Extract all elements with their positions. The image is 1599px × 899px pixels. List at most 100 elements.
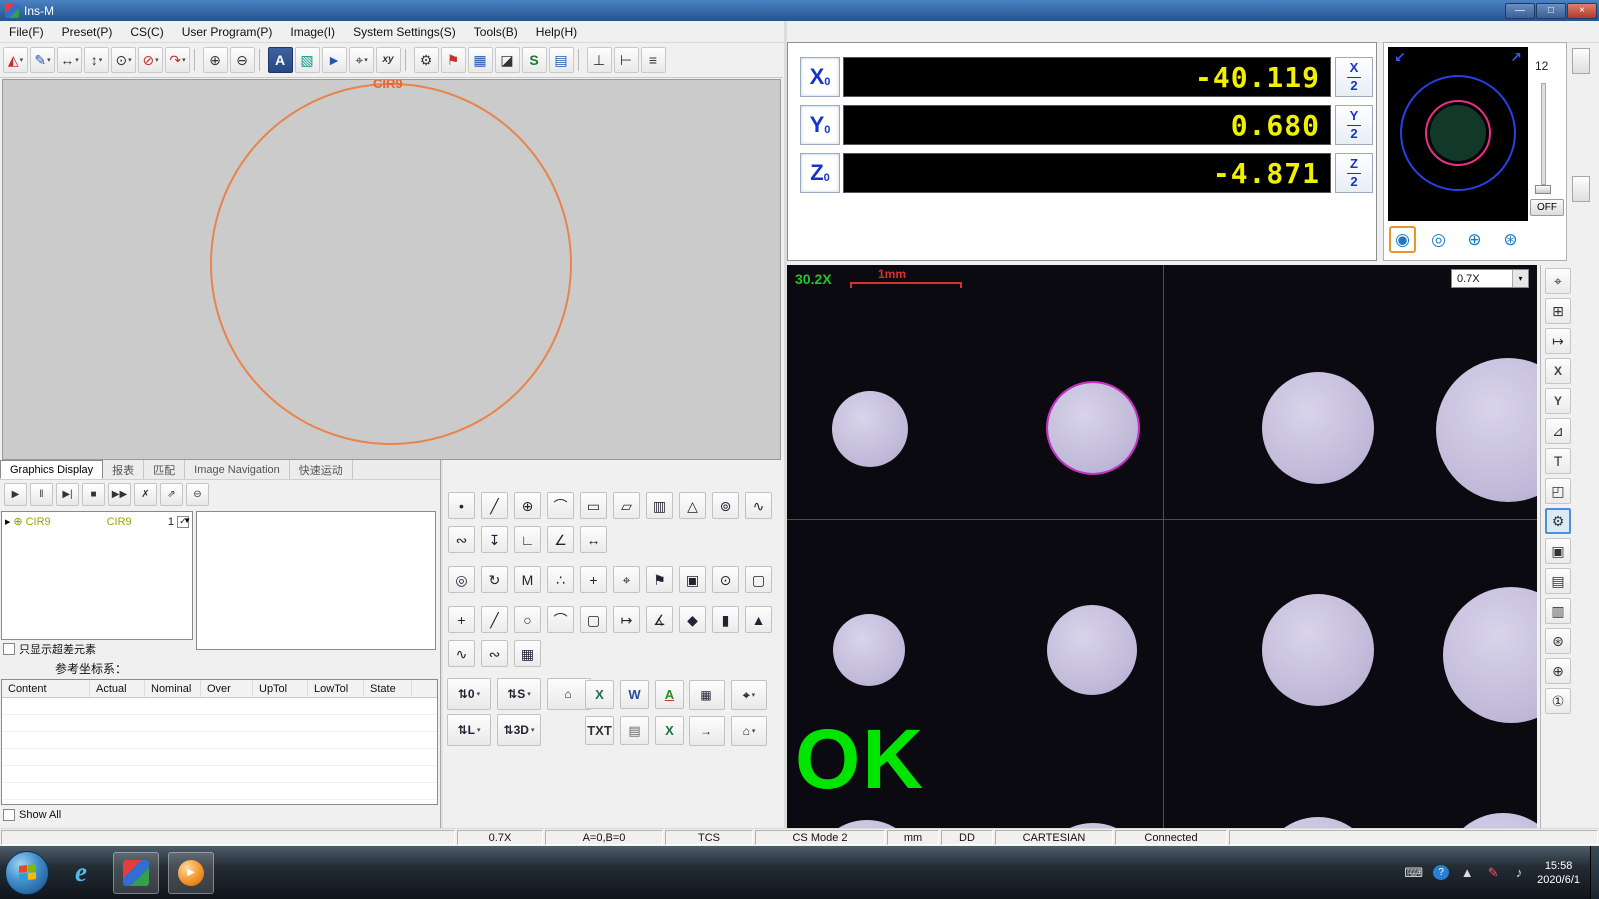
- help-tray-icon[interactable]: ?: [1433, 865, 1449, 880]
- export-word-button[interactable]: W: [620, 680, 649, 709]
- probe-icon[interactable]: ⌖: [1545, 268, 1571, 294]
- circle-tool-icon[interactable]: ⊙▾: [111, 47, 136, 73]
- zoom-select[interactable]: 0.7X ▾: [1451, 269, 1529, 288]
- xy-readout-icon[interactable]: xy: [376, 47, 401, 73]
- construct-distance[interactable]: ↦: [613, 606, 640, 633]
- col-actual[interactable]: Actual: [90, 680, 145, 697]
- col-content[interactable]: Content: [2, 680, 90, 697]
- tab-match[interactable]: 匹配: [144, 460, 185, 479]
- tool-calculator[interactable]: ▦: [514, 640, 541, 667]
- construct-arc[interactable]: ⌒: [547, 606, 574, 633]
- export-txt-button[interactable]: TXT: [585, 716, 614, 745]
- y-axis-icon[interactable]: Y: [1545, 388, 1571, 414]
- camera-view[interactable]: 30.2X 1mm 0.7X ▾ OK: [787, 265, 1537, 828]
- axis-zero-button-x[interactable]: X0: [800, 57, 840, 97]
- menu-help[interactable]: Help(H): [527, 22, 586, 42]
- filter-out-of-tolerance[interactable]: 只显示超差元素: [3, 641, 96, 657]
- zoom-out-icon[interactable]: ⊖: [230, 47, 255, 73]
- taskbar-ie-button[interactable]: e: [58, 852, 104, 894]
- tool-scatter[interactable]: ∴: [547, 566, 574, 593]
- show-all-filter[interactable]: Show All: [3, 809, 61, 821]
- start-button[interactable]: [5, 851, 49, 895]
- tool-slot[interactable]: ▱: [613, 492, 640, 519]
- tool-blob[interactable]: ∾: [448, 526, 475, 553]
- tool-arc[interactable]: ⌒: [547, 492, 574, 519]
- comb-ruler-icon[interactable]: ≡: [641, 47, 666, 73]
- step-run-button[interactable]: ▶|: [56, 483, 79, 506]
- x-axis-icon[interactable]: X: [1545, 358, 1571, 384]
- grating-icon[interactable]: ▤: [1545, 568, 1571, 594]
- col-lowtol[interactable]: LowTol: [308, 680, 364, 697]
- s-program-icon[interactable]: S: [522, 47, 547, 73]
- fast-run-button[interactable]: ▶▶: [108, 483, 131, 506]
- ring-light-mode-4seg[interactable]: ⊕: [1461, 226, 1488, 253]
- side-panel-grip[interactable]: [1572, 48, 1590, 74]
- stage-move-icon[interactable]: ⊞: [1545, 298, 1571, 324]
- stop-button[interactable]: ■: [82, 483, 105, 506]
- probe-select-icon[interactable]: ⌖▾: [349, 47, 374, 73]
- tool-circle[interactable]: ⊕: [514, 492, 541, 519]
- tool-cross[interactable]: +: [580, 566, 607, 593]
- export-excel2-button[interactable]: X: [655, 716, 684, 745]
- ring-light-display[interactable]: ↙ ↗: [1388, 47, 1528, 221]
- tool-cylinder[interactable]: ▥: [646, 492, 673, 519]
- tab-image-navigation[interactable]: Image Navigation: [185, 460, 290, 479]
- cs-zero-button[interactable]: ⇅0▾: [447, 678, 491, 710]
- tool-focus[interactable]: ⊙: [712, 566, 739, 593]
- tool-step[interactable]: ∟: [514, 526, 541, 553]
- tool-curve[interactable]: ∿: [745, 492, 772, 519]
- minimize-button[interactable]: —: [1505, 3, 1535, 19]
- zoom-in-icon[interactable]: ⊕: [203, 47, 228, 73]
- construct-cone[interactable]: ▲: [745, 606, 772, 633]
- cs-preset-button[interactable]: ⇅S▾: [497, 678, 541, 710]
- tool-region[interactable]: ∾: [481, 640, 508, 667]
- col-over[interactable]: Over: [201, 680, 253, 697]
- color-palette-button[interactable]: ▦: [689, 680, 725, 710]
- axis-half-button-y[interactable]: Y2: [1335, 105, 1373, 145]
- tool-image[interactable]: ▣: [679, 566, 706, 593]
- tool-line[interactable]: ╱: [481, 492, 508, 519]
- ring-light-mode-center[interactable]: ◉: [1389, 226, 1416, 253]
- light-slider-thumb[interactable]: [1535, 185, 1551, 194]
- run-button[interactable]: ▶: [4, 483, 27, 506]
- tool-wave[interactable]: ∿: [448, 640, 475, 667]
- menu-cs[interactable]: CS(C): [121, 22, 172, 42]
- align-vertical-icon[interactable]: ⊢: [614, 47, 639, 73]
- construct-line[interactable]: ╱: [481, 606, 508, 633]
- sketch-tool-icon[interactable]: ✎▾: [30, 47, 55, 73]
- tool-angle[interactable]: ∠: [547, 526, 574, 553]
- volume-icon[interactable]: ♪: [1511, 865, 1527, 880]
- ring-light-mode-ring[interactable]: ◎: [1425, 226, 1452, 253]
- tool-width[interactable]: ↔: [580, 526, 607, 553]
- xy-plane-icon[interactable]: ⊿: [1545, 418, 1571, 444]
- zoom-plus-icon[interactable]: ⊕: [1545, 658, 1571, 684]
- tool-pin[interactable]: ⌖: [613, 566, 640, 593]
- edge-tool-icon[interactable]: ↦: [1545, 328, 1571, 354]
- construct-point[interactable]: +: [448, 606, 475, 633]
- menu-tools[interactable]: Tools(B): [465, 22, 527, 42]
- taskbar-media-button[interactable]: ▶: [168, 852, 214, 894]
- export-report-button[interactable]: A: [655, 680, 684, 709]
- col-nominal[interactable]: Nominal: [145, 680, 201, 697]
- export-database-button[interactable]: ▤: [620, 716, 649, 745]
- tool-cone[interactable]: △: [679, 492, 706, 519]
- close-button[interactable]: ×: [1567, 3, 1597, 19]
- element-row[interactable]: ▶ ⊕ CIR9 CIR9 1 ✓: [2, 512, 192, 531]
- maximize-button[interactable]: □: [1536, 3, 1566, 19]
- arc-tool-icon[interactable]: ↷▾: [165, 47, 190, 73]
- cs-3d-button[interactable]: ⇅3D▾: [497, 714, 541, 746]
- menu-file[interactable]: File(F): [0, 22, 53, 42]
- zoom-one-icon[interactable]: ①: [1545, 688, 1571, 714]
- program-flag-icon[interactable]: ⚑: [441, 47, 466, 73]
- show-all-checkbox[interactable]: [3, 809, 15, 821]
- light-off-button[interactable]: OFF: [1530, 199, 1564, 216]
- tab-graphics-display[interactable]: Graphics Display: [0, 460, 103, 479]
- pause-button[interactable]: ‖: [30, 483, 53, 506]
- motion-stop-button[interactable]: ⊖: [186, 483, 209, 506]
- align-horizontal-icon[interactable]: ⊥: [587, 47, 612, 73]
- construct-plane[interactable]: ◆: [679, 606, 706, 633]
- machine-home-button[interactable]: ⌂▾: [731, 716, 767, 746]
- axis-zero-button-z[interactable]: Z0: [800, 153, 840, 193]
- capture-frame-button[interactable]: ⌖▾: [731, 680, 767, 710]
- tab-report[interactable]: 报表: [103, 460, 144, 479]
